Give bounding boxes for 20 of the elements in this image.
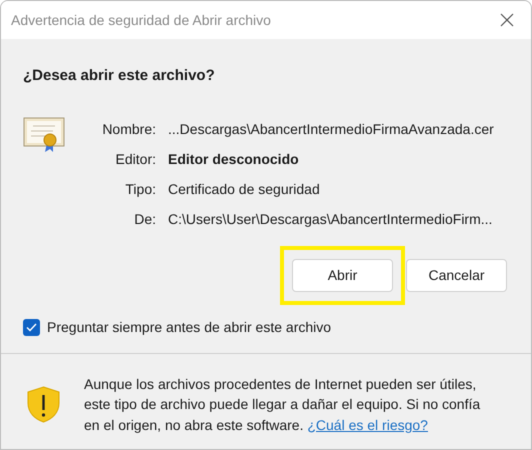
dialog-heading: ¿Desea abrir este archivo?: [23, 66, 216, 86]
risk-link[interactable]: ¿Cuál es el riesgo?: [307, 416, 428, 432]
field-label: De:: [133, 210, 156, 228]
warning-text: Aunque los archivos procedentes de Internet pueden ser útiles, este tipo de archivo puede llegar a dañar el equipo. Si no confía en el origen, no abra este software. ¿Cuál es el riesgo?: [84, 374, 482, 435]
certificate-icon: [23, 116, 65, 152]
dialog-button[interactable]: Abrir: [292, 258, 393, 292]
window-title: Advertencia de seguridad de Abrir archivo: [11, 10, 271, 30]
close-icon: [500, 13, 514, 27]
field-value: Editor desconocido: [168, 150, 300, 168]
field-value: C:\Users\User\Descargas\AbancertIntermedioFirm...: [168, 210, 494, 228]
field-label: Editor:: [114, 150, 156, 168]
field-value: Certificado de seguridad: [168, 180, 321, 198]
field-value: ...Descargas\AbancertIntermedioFirmaAvanzada.cer: [168, 120, 494, 138]
checkbox[interactable]: [23, 318, 40, 336]
checkbox-label: Preguntar siempre antes de abrir este archivo: [47, 318, 332, 337]
check-icon: [26, 322, 37, 332]
field-label: Nombre:: [101, 120, 156, 138]
dialog-button[interactable]: Cancelar: [406, 258, 507, 292]
field-label: Tipo:: [124, 180, 156, 198]
warning-shield-icon: [26, 386, 61, 423]
